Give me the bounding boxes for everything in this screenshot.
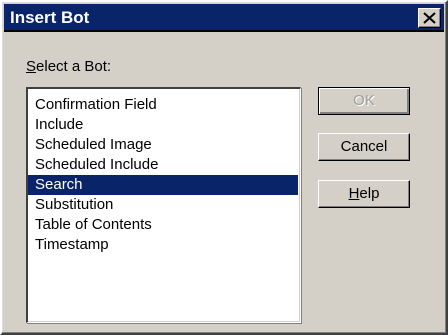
- list-item[interactable]: Confirmation Field: [28, 95, 298, 115]
- ok-button[interactable]: OK: [318, 87, 410, 115]
- list-item[interactable]: Timestamp: [28, 235, 298, 255]
- list-item[interactable]: Table of Contents: [28, 215, 298, 235]
- select-bot-label: Select a Bot:: [26, 58, 111, 75]
- list-item-selected[interactable]: Search: [28, 175, 298, 195]
- select-label-text: elect a Bot:: [36, 58, 112, 75]
- close-icon: [423, 12, 436, 24]
- list-item[interactable]: Include: [28, 115, 298, 135]
- list-item[interactable]: Scheduled Include: [28, 155, 298, 175]
- insert-bot-dialog: Insert Bot Select a Bot: Confirmation Fi…: [0, 0, 448, 335]
- select-label-access-key: S: [26, 58, 37, 75]
- list-item[interactable]: Substitution: [28, 195, 298, 215]
- bot-listbox[interactable]: Confirmation Field Include Scheduled Ima…: [26, 87, 301, 323]
- help-button[interactable]: Help: [318, 180, 410, 208]
- dialog-title: Insert Bot: [10, 8, 90, 27]
- list-item[interactable]: Scheduled Image: [28, 135, 298, 155]
- help-label: elp: [359, 185, 380, 202]
- title-bar[interactable]: Insert Bot: [4, 4, 444, 32]
- help-access-key: H: [348, 185, 360, 202]
- close-button[interactable]: [418, 8, 441, 28]
- cancel-button[interactable]: Cancel: [318, 133, 410, 161]
